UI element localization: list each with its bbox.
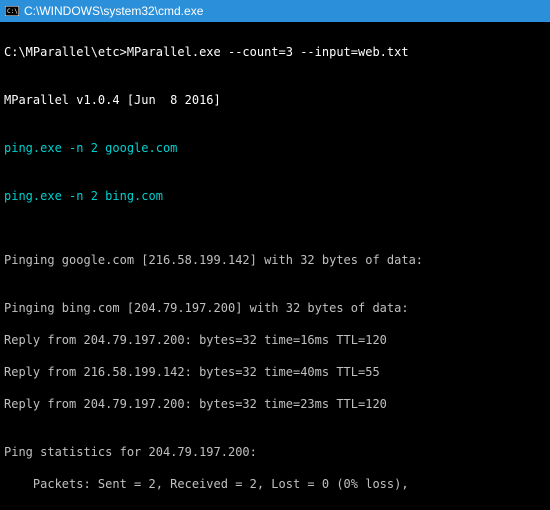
window-title: C:\WINDOWS\system32\cmd.exe [24, 4, 203, 18]
command-line: ping.exe -n 2 bing.com [4, 188, 546, 204]
ping-header-line: Pinging bing.com [204.79.197.200] with 3… [4, 300, 546, 316]
stats-packets-line: Packets: Sent = 2, Received = 2, Lost = … [4, 476, 546, 492]
cmd-icon: C:\ [4, 5, 20, 17]
reply-line: Reply from 204.79.197.200: bytes=32 time… [4, 332, 546, 348]
window-titlebar[interactable]: C:\ C:\WINDOWS\system32\cmd.exe [0, 0, 550, 22]
prompt-line: C:\MParallel\etc>MParallel.exe --count=3… [4, 44, 546, 60]
reply-line: Reply from 216.58.199.142: bytes=32 time… [4, 364, 546, 380]
command-line: ping.exe -n 2 google.com [4, 140, 546, 156]
reply-line: Reply from 204.79.197.200: bytes=32 time… [4, 396, 546, 412]
svg-text:C:\: C:\ [7, 8, 18, 15]
ping-header-line: Pinging google.com [216.58.199.142] with… [4, 252, 546, 268]
stats-header-line: Ping statistics for 204.79.197.200: [4, 444, 546, 460]
version-line: MParallel v1.0.4 [Jun 8 2016] [4, 92, 546, 108]
terminal-output: C:\MParallel\etc>MParallel.exe --count=3… [0, 22, 550, 510]
